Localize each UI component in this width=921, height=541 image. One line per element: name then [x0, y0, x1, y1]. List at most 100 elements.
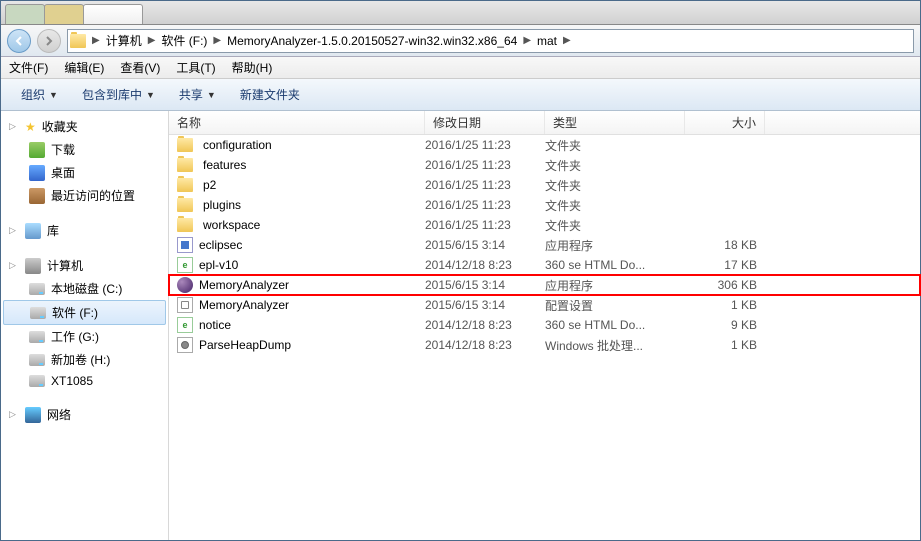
drive-icon [30, 307, 46, 319]
share-button[interactable]: 共享▼ [169, 82, 226, 107]
tab[interactable] [5, 4, 45, 24]
folder-icon [177, 138, 193, 152]
file-row[interactable]: configuration2016/1/25 11:23文件夹 [169, 135, 920, 155]
chevron-down-icon: ▼ [207, 90, 216, 100]
tab[interactable] [44, 4, 84, 24]
html-icon: e [177, 317, 193, 333]
file-row[interactable]: workspace 2016/1/25 11:23文件夹 [169, 215, 920, 235]
exe-icon [177, 237, 193, 253]
file-date: 2014/12/18 8:23 [425, 258, 545, 272]
file-size: 17 KB [685, 258, 765, 272]
file-type: 配置设置 [545, 297, 685, 314]
file-name: features [203, 158, 246, 172]
menu-tools[interactable]: 工具(T) [176, 59, 215, 76]
file-type: 文件夹 [545, 177, 685, 194]
file-type: 360 se HTML Do... [545, 258, 685, 272]
chevron-down-icon: ▼ [146, 90, 155, 100]
sidebar-item-desktop[interactable]: 桌面 [1, 161, 168, 184]
file-type: 文件夹 [545, 157, 685, 174]
file-row[interactable]: MemoryAnalyzer2015/6/15 3:14应用程序306 KB [169, 275, 920, 295]
column-size[interactable]: 大小 [685, 111, 765, 134]
sidebar-drive-xt1085[interactable]: XT1085 [1, 371, 168, 391]
sidebar-item-recent[interactable]: 最近访问的位置 [1, 184, 168, 207]
file-name: workspace [203, 218, 260, 232]
drive-icon [29, 354, 45, 366]
address-bar[interactable]: ▶ 计算机 ▶ 软件 (F:) ▶ MemoryAnalyzer-1.5.0.2… [67, 29, 914, 53]
chevron-right-icon[interactable]: ▶ [561, 35, 573, 46]
menu-file[interactable]: 文件(F) [9, 59, 48, 76]
sidebar: ★收藏夹 下载 桌面 最近访问的位置 库 计算机 本地磁盘 (C:) 软件 (F… [1, 111, 169, 540]
file-row[interactable]: eepl-v102014/12/18 8:23360 se HTML Do...… [169, 255, 920, 275]
chevron-right-icon[interactable]: ▶ [90, 35, 102, 46]
file-name: eclipsec [199, 238, 242, 252]
sidebar-drive-g[interactable]: 工作 (G:) [1, 325, 168, 348]
file-size: 306 KB [685, 278, 765, 292]
file-row[interactable]: MemoryAnalyzer2015/6/15 3:14配置设置1 KB [169, 295, 920, 315]
file-date: 2015/6/15 3:14 [425, 278, 545, 292]
sidebar-drive-f[interactable]: 软件 (F:) [3, 300, 166, 325]
breadcrumb-segment[interactable]: mat [533, 30, 561, 52]
file-name: plugins [203, 198, 241, 212]
chevron-right-icon[interactable]: ▶ [211, 35, 223, 46]
file-type: 文件夹 [545, 137, 685, 154]
sidebar-libraries[interactable]: 库 [1, 219, 168, 242]
forward-button[interactable] [37, 29, 61, 53]
file-name: ParseHeapDump [199, 338, 291, 352]
file-size: 1 KB [685, 338, 765, 352]
file-name: notice [199, 318, 231, 332]
file-row[interactable]: ParseHeapDump2014/12/18 8:23Windows 批处理.… [169, 335, 920, 355]
file-type: 应用程序 [545, 277, 685, 294]
breadcrumb-segment[interactable]: 软件 (F:) [157, 30, 211, 52]
sidebar-item-downloads[interactable]: 下载 [1, 138, 168, 161]
breadcrumb-segment[interactable]: MemoryAnalyzer-1.5.0.20150527-win32.win3… [223, 30, 521, 52]
file-date: 2015/6/15 3:14 [425, 238, 545, 252]
sidebar-network[interactable]: 网络 [1, 403, 168, 426]
menu-help[interactable]: 帮助(H) [232, 59, 273, 76]
chevron-down-icon: ▼ [49, 90, 58, 100]
file-row[interactable]: features 2016/1/25 11:23文件夹 [169, 155, 920, 175]
file-date: 2016/1/25 11:23 [425, 218, 545, 232]
file-type: 文件夹 [545, 197, 685, 214]
sidebar-computer[interactable]: 计算机 [1, 254, 168, 277]
column-type[interactable]: 类型 [545, 111, 685, 134]
organize-button[interactable]: 组织▼ [11, 82, 68, 107]
file-row[interactable]: eclipsec2015/6/15 3:14应用程序18 KB [169, 235, 920, 255]
new-folder-button[interactable]: 新建文件夹 [230, 82, 310, 107]
file-row[interactable]: p22016/1/25 11:23文件夹 [169, 175, 920, 195]
column-name[interactable]: 名称 [169, 111, 425, 134]
file-row[interactable]: plugins2016/1/25 11:23文件夹 [169, 195, 920, 215]
menu-edit[interactable]: 编辑(E) [64, 59, 104, 76]
nav-bar: ▶ 计算机 ▶ 软件 (F:) ▶ MemoryAnalyzer-1.5.0.2… [1, 25, 920, 57]
file-list: 名称 修改日期 类型 大小 configuration2016/1/25 11:… [169, 111, 920, 540]
folder-icon [70, 34, 86, 48]
drive-icon [29, 283, 45, 295]
include-in-library-button[interactable]: 包含到库中▼ [72, 82, 165, 107]
star-icon: ★ [25, 120, 36, 134]
library-icon [25, 223, 41, 239]
file-name: epl-v10 [199, 258, 238, 272]
column-date[interactable]: 修改日期 [425, 111, 545, 134]
drive-icon [29, 375, 45, 387]
sidebar-drive-c[interactable]: 本地磁盘 (C:) [1, 277, 168, 300]
file-date: 2014/12/18 8:23 [425, 318, 545, 332]
ini-icon [177, 297, 193, 313]
file-date: 2016/1/25 11:23 [425, 158, 545, 172]
menu-view[interactable]: 查看(V) [120, 59, 160, 76]
breadcrumb-segment[interactable]: 计算机 [102, 30, 146, 52]
window-tabs [1, 1, 920, 25]
tab-active[interactable] [83, 4, 143, 24]
recent-icon [29, 188, 45, 204]
menu-bar: 文件(F) 编辑(E) 查看(V) 工具(T) 帮助(H) [1, 57, 920, 79]
file-row[interactable]: enotice 2014/12/18 8:23360 se HTML Do...9… [169, 315, 920, 335]
chevron-right-icon[interactable]: ▶ [146, 35, 158, 46]
file-type: 360 se HTML Do... [545, 318, 685, 332]
bat-icon [177, 337, 193, 353]
folder-icon [177, 178, 193, 192]
computer-icon [25, 258, 41, 274]
chevron-right-icon[interactable]: ▶ [521, 35, 533, 46]
sidebar-favorites[interactable]: ★收藏夹 [1, 115, 168, 138]
file-size: 9 KB [685, 318, 765, 332]
back-button[interactable] [7, 29, 31, 53]
file-type: 文件夹 [545, 217, 685, 234]
sidebar-drive-h[interactable]: 新加卷 (H:) [1, 348, 168, 371]
